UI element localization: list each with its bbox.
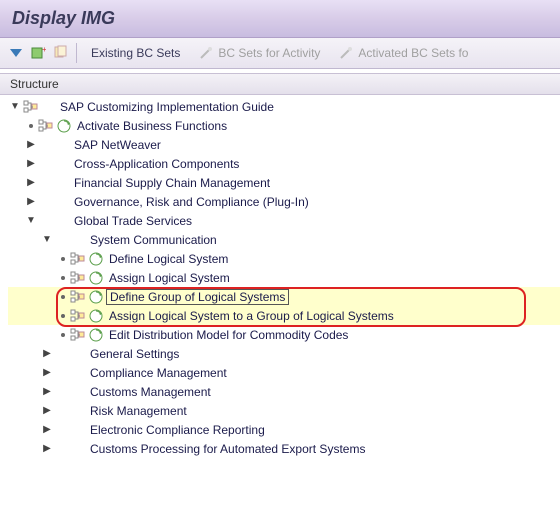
tree-node-syscomm[interactable]: ▼ System Communication (8, 230, 560, 249)
tree-node-assign-group[interactable]: Assign Logical System to a Group of Logi… (8, 306, 560, 325)
tree-node-customs[interactable]: ▶ Customs Management (8, 382, 560, 401)
expand-icon[interactable]: ▶ (24, 138, 38, 152)
structure-header: Structure (0, 73, 560, 95)
structure-icon (70, 327, 86, 343)
tree-label: General Settings (87, 347, 179, 361)
title-bar: Display IMG (0, 0, 560, 38)
tree-label: Governance, Risk and Compliance (Plug-In… (71, 195, 309, 209)
bc-sets-activity-label: BC Sets for Activity (218, 46, 320, 60)
activity-icon[interactable] (88, 327, 104, 343)
structure-icon (70, 251, 86, 267)
leaf-dot-icon (61, 333, 65, 337)
tree-node-activate-business[interactable]: Activate Business Functions (8, 116, 560, 135)
activated-bc-sets-button[interactable]: Activated BC Sets fo (332, 42, 474, 64)
bc-sets-activity-button[interactable]: BC Sets for Activity (192, 42, 326, 64)
activity-icon[interactable] (88, 270, 104, 286)
tree-label: Global Trade Services (71, 214, 192, 228)
tree-label: Define Group of Logical Systems (106, 289, 289, 305)
doc-icon[interactable] (52, 45, 68, 61)
tree-label: Assign Logical System (106, 271, 230, 285)
toolbar-separator (76, 43, 77, 63)
tree-label: Electronic Compliance Reporting (87, 423, 265, 437)
tree-node-netweaver[interactable]: ▶ SAP NetWeaver (8, 135, 560, 154)
existing-bc-sets-button[interactable]: Existing BC Sets (85, 43, 186, 63)
tree-node-assign-ls[interactable]: Assign Logical System (8, 268, 560, 287)
structure-icon (70, 270, 86, 286)
wand-icon (338, 45, 354, 61)
tree-label: Define Logical System (106, 252, 228, 266)
existing-bc-sets-label: Existing BC Sets (91, 46, 180, 60)
tree: ▼ SAP Customizing Implementation Guide A… (0, 95, 560, 458)
tree-node-risk[interactable]: ▶ Risk Management (8, 401, 560, 420)
expand-all-icon[interactable] (8, 45, 24, 61)
expand-icon[interactable]: ▶ (40, 404, 54, 418)
tree-label: Edit Distribution Model for Commodity Co… (106, 328, 348, 342)
expand-icon[interactable]: ▶ (24, 157, 38, 171)
activity-icon[interactable] (88, 308, 104, 324)
tree-node-compliance[interactable]: ▶ Compliance Management (8, 363, 560, 382)
svg-text:+: + (42, 45, 46, 54)
structure-icon (23, 99, 39, 115)
activity-icon[interactable] (88, 251, 104, 267)
tree-node-fscm[interactable]: ▶ Financial Supply Chain Management (8, 173, 560, 192)
structure-icon (70, 308, 86, 324)
expand-icon[interactable]: ▶ (24, 176, 38, 190)
expand-icon[interactable]: ▶ (40, 423, 54, 437)
expand-icon[interactable]: ▶ (40, 347, 54, 361)
activated-bc-sets-label: Activated BC Sets fo (358, 46, 468, 60)
tree-label: System Communication (87, 233, 217, 247)
leaf-dot-icon (61, 314, 65, 318)
tree-label: Customs Processing for Automated Export … (87, 442, 365, 456)
wand-icon (198, 45, 214, 61)
collapse-icon[interactable]: ▼ (24, 214, 38, 228)
tree-node-define-ls[interactable]: Define Logical System (8, 249, 560, 268)
tree-label: SAP NetWeaver (71, 138, 161, 152)
expand-icon[interactable]: ▶ (40, 442, 54, 456)
tree-node-gts[interactable]: ▼ Global Trade Services (8, 211, 560, 230)
structure-icon (70, 289, 86, 305)
expand-icon[interactable]: ▶ (24, 195, 38, 209)
tree-node-define-group[interactable]: Define Group of Logical Systems (8, 287, 560, 306)
tree-node-cross-app[interactable]: ▶ Cross-Application Components (8, 154, 560, 173)
content-area: Structure ▼ SAP Customizing Implementati… (0, 69, 560, 462)
tree-label: Financial Supply Chain Management (71, 176, 270, 190)
page-title: Display IMG (12, 8, 548, 29)
toolbar: + Existing BC Sets BC Sets for Activity … (0, 38, 560, 69)
tree-label: Customs Management (87, 385, 211, 399)
tree-label: Compliance Management (87, 366, 227, 380)
tree-label: Cross-Application Components (71, 157, 239, 171)
expand-icon[interactable]: ▶ (40, 366, 54, 380)
collapse-icon[interactable]: ▼ (8, 100, 22, 114)
structure-icon (38, 118, 54, 134)
tree-node-ecr[interactable]: ▶ Electronic Compliance Reporting (8, 420, 560, 439)
tree-label: Risk Management (87, 404, 187, 418)
tree-label: Activate Business Functions (74, 119, 227, 133)
leaf-dot-icon (61, 295, 65, 299)
tree-label: SAP Customizing Implementation Guide (57, 100, 274, 114)
tree-node-grc[interactable]: ▶ Governance, Risk and Compliance (Plug-… (8, 192, 560, 211)
tree-label: Assign Logical System to a Group of Logi… (106, 309, 394, 323)
leaf-dot-icon (61, 257, 65, 261)
collapse-icon[interactable]: ▼ (40, 233, 54, 247)
add-node-icon[interactable]: + (30, 45, 46, 61)
activity-icon[interactable] (56, 118, 72, 134)
tree-node-customs-auto[interactable]: ▶ Customs Processing for Automated Expor… (8, 439, 560, 458)
tree-node-general-settings[interactable]: ▶ General Settings (8, 344, 560, 363)
tree-node-edit-dist[interactable]: Edit Distribution Model for Commodity Co… (8, 325, 560, 344)
activity-icon[interactable] (88, 289, 104, 305)
leaf-dot-icon (61, 276, 65, 280)
tree-node-root[interactable]: ▼ SAP Customizing Implementation Guide (8, 97, 560, 116)
leaf-dot-icon (29, 124, 33, 128)
expand-icon[interactable]: ▶ (40, 385, 54, 399)
